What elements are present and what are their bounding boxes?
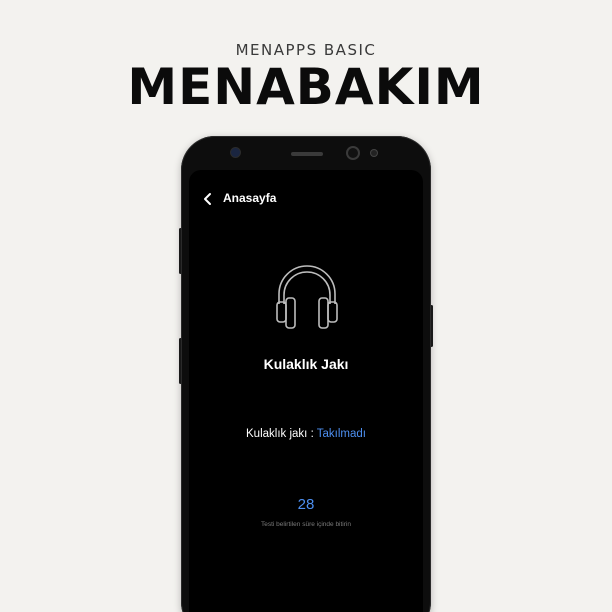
headphone-jack-status: Kulaklık jakı : Takılmadı (189, 428, 423, 440)
back-button-label[interactable]: Anasayfa (223, 191, 276, 205)
brand-subtitle: MENAPPS BASIC (235, 41, 377, 59)
sensor-icon (231, 148, 240, 157)
app-screen: Anasayfa Kulaklık Jakı Kulaklık jakı : T… (189, 170, 423, 612)
countdown-timer: 28 (297, 496, 315, 513)
status-label: Kulaklık jakı : (246, 428, 317, 440)
hint-text: Testi belirtilen süre içinde bitirin (261, 521, 351, 528)
chevron-left-icon[interactable] (201, 191, 215, 207)
status-value: Takılmadı (316, 428, 366, 440)
phone-frame: Anasayfa Kulaklık Jakı Kulaklık jakı : T… (181, 136, 431, 612)
headphones-icon (276, 265, 338, 329)
app-header: Anasayfa (189, 190, 423, 210)
screen-title: Kulaklık Jakı (263, 356, 349, 372)
promo-canvas: MENAPPS BASIC MENABAKIM Anasayfa Kulaklı… (0, 0, 612, 612)
earpiece-speaker (291, 152, 323, 156)
front-camera-icon (348, 148, 358, 158)
brand-title: MENABAKIM (127, 58, 485, 116)
iris-scanner-icon (371, 150, 377, 156)
